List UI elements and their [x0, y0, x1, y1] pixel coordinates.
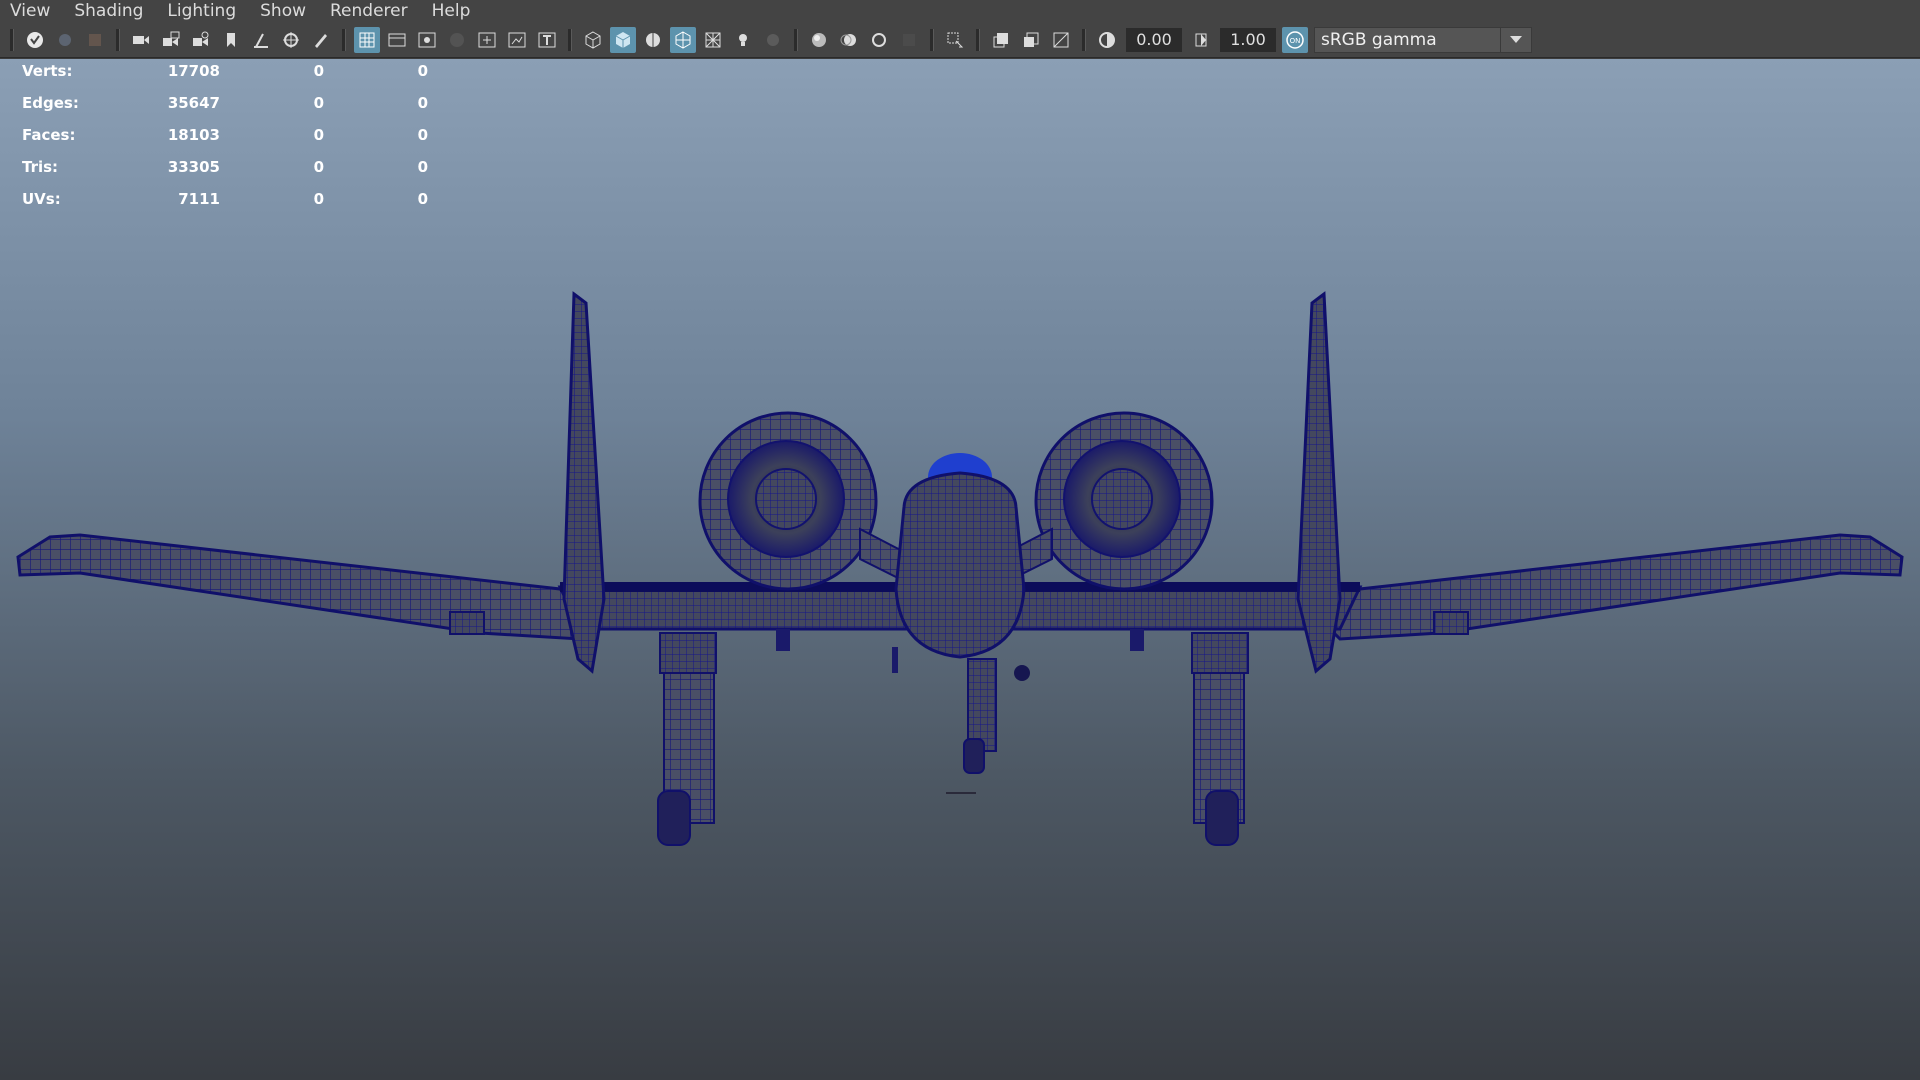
right-wing — [1317, 533, 1904, 641]
shadows-icon[interactable] — [760, 27, 786, 53]
resolution-gate-icon[interactable] — [414, 27, 440, 53]
toolbar-divider — [794, 28, 798, 51]
menu-help[interactable]: Help — [420, 0, 483, 22]
view-transform-value: sRGB gamma — [1321, 29, 1437, 50]
isolate-select-icon[interactable] — [942, 27, 968, 53]
left-tail-fin — [562, 291, 606, 674]
anti-aliasing-icon[interactable] — [866, 27, 892, 53]
exposure-field[interactable]: 0.00 — [1126, 27, 1182, 52]
smooth-shade-icon[interactable] — [610, 26, 636, 53]
xray-icon[interactable] — [988, 27, 1014, 53]
bookmark-camera-icon[interactable] — [82, 27, 108, 53]
toolbar-divider — [10, 28, 14, 51]
paint-brush-icon[interactable] — [308, 27, 334, 53]
depth-of-field-icon[interactable] — [896, 27, 922, 53]
wireframe-on-shaded-icon[interactable] — [670, 26, 696, 53]
safe-title-icon[interactable] — [534, 27, 560, 53]
motion-blur-icon[interactable] — [836, 27, 862, 53]
2d-pan-zoom-icon[interactable] — [188, 27, 214, 53]
view-transform-select[interactable]: sRGB gamma — [1314, 26, 1532, 53]
toolbar-divider — [976, 28, 980, 51]
film-gate-icon[interactable] — [384, 27, 410, 53]
panel-toolbar: 0.00 1.00 ON sRGB gamma — [0, 22, 1920, 58]
svg-text:ON: ON — [1290, 37, 1301, 45]
toolbar-divider — [568, 28, 572, 51]
menu-renderer[interactable]: Renderer — [318, 0, 420, 22]
xray-joints-icon[interactable] — [248, 27, 274, 53]
textured-icon[interactable] — [700, 27, 726, 53]
color-management-icon[interactable]: ON — [1282, 26, 1308, 53]
menu-shading[interactable]: Shading — [62, 0, 155, 22]
3d-viewport[interactable]: Verts: 17708 0 0 Edges: 35647 0 0 Faces:… — [0, 59, 1920, 1080]
right-engine-nacelle — [1000, 411, 1214, 591]
screen-space-ao-icon[interactable] — [806, 27, 832, 53]
image-plane-icon[interactable] — [158, 27, 184, 53]
aircraft-wireframe-model[interactable] — [0, 59, 1920, 1080]
toolbar-divider — [1082, 28, 1086, 51]
left-landing-gear-pod — [657, 632, 717, 846]
default-material-icon[interactable] — [640, 27, 666, 53]
use-all-lights-icon[interactable] — [730, 27, 756, 53]
wireframe-icon[interactable] — [580, 27, 606, 53]
menu-show[interactable]: Show — [248, 0, 318, 22]
toolbar-divider — [342, 28, 346, 51]
lock-camera-icon[interactable] — [52, 27, 78, 53]
grease-pencil-icon[interactable] — [218, 27, 244, 53]
menu-bar: View Shading Lighting Show Renderer Help — [0, 0, 1920, 22]
toolbar-divider — [930, 28, 934, 51]
gate-mask-icon[interactable] — [444, 27, 470, 53]
gamma-icon[interactable] — [1188, 27, 1214, 53]
toolbar-divider — [116, 28, 120, 51]
xray-joints-toggle-icon[interactable] — [1048, 27, 1074, 53]
menu-lighting[interactable]: Lighting — [155, 0, 248, 22]
chevron-down-icon — [1500, 27, 1531, 52]
exposure-icon[interactable] — [1094, 27, 1120, 53]
nose-landing-gear — [946, 658, 1030, 794]
menu-view[interactable]: View — [0, 0, 62, 22]
select-camera-icon[interactable] — [22, 27, 48, 53]
field-chart-icon[interactable] — [474, 27, 500, 53]
left-engine-nacelle — [698, 411, 912, 591]
safe-action-icon[interactable] — [504, 27, 530, 53]
right-tail-fin — [1296, 291, 1342, 674]
camera-attributes-icon[interactable] — [128, 27, 154, 53]
xray-active-icon[interactable] — [1018, 27, 1044, 53]
grid-icon[interactable] — [354, 26, 380, 53]
left-wing — [16, 533, 603, 641]
fuselage — [894, 453, 1026, 659]
gamma-field[interactable]: 1.00 — [1220, 27, 1276, 52]
right-landing-gear-pod — [1191, 632, 1249, 846]
manipulator-icon[interactable] — [278, 27, 304, 53]
